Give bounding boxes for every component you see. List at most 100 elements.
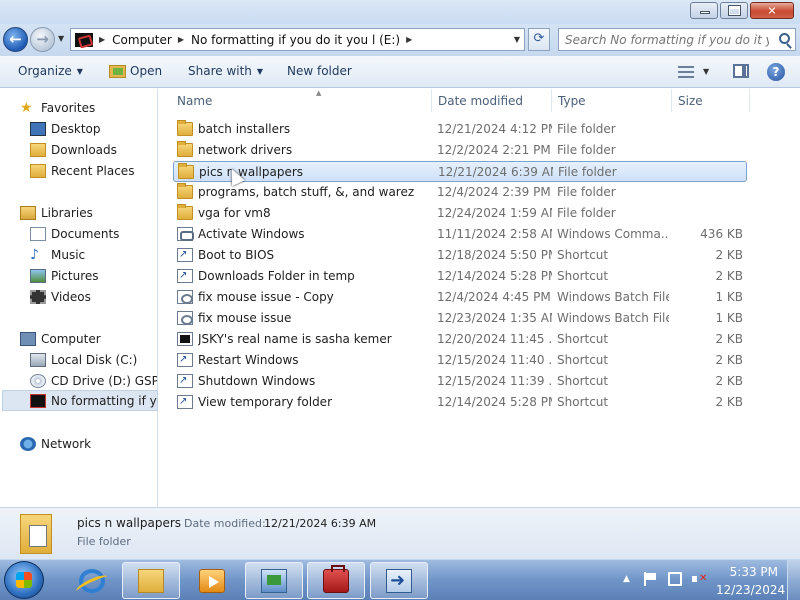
file-date-modified: 12/24/2024 1:59 AM bbox=[437, 206, 552, 220]
taskbar-transfer-app[interactable] bbox=[370, 562, 428, 599]
file-row[interactable]: fix mouse issue 12/23/2024 1:35 AM Windows… bbox=[173, 308, 747, 329]
nav-videos[interactable]: Videos bbox=[30, 286, 150, 307]
column-header-name[interactable]: Name ▲ bbox=[177, 89, 432, 112]
file-row[interactable]: batch installers 12/21/2024 4:12 PM File f… bbox=[173, 119, 747, 140]
close-button[interactable]: ✕ bbox=[750, 2, 794, 19]
view-options-dropdown[interactable]: ▼ bbox=[703, 67, 709, 76]
show-desktop-button[interactable] bbox=[787, 560, 800, 600]
recent-pages-dropdown[interactable]: ▼ bbox=[58, 34, 64, 43]
file-date-modified: 12/15/2024 11:40 ... bbox=[437, 353, 552, 367]
file-list[interactable]: Name ▲ Date modified Type Size batch ins… bbox=[159, 89, 800, 507]
folder-icon bbox=[177, 141, 193, 157]
file-name: programs, batch stuff, &, and warez bbox=[198, 185, 415, 199]
search-box[interactable] bbox=[558, 28, 796, 51]
file-row[interactable]: vga for vm8 12/24/2024 1:59 AM File folder bbox=[173, 203, 747, 224]
file-type: Windows Batch File bbox=[557, 311, 669, 325]
refresh-button[interactable]: ⟳ bbox=[528, 28, 550, 51]
breadcrumb-chevron-icon[interactable]: ▶ bbox=[406, 35, 412, 44]
open-icon bbox=[109, 64, 126, 78]
file-row[interactable]: network drivers 12/2/2024 2:21 PM File fol… bbox=[173, 140, 747, 161]
organize-label: Organize bbox=[18, 64, 72, 78]
nav-usb-drive[interactable]: No formatting if you bbox=[2, 390, 158, 411]
nav-downloads[interactable]: Downloads bbox=[30, 139, 150, 160]
file-row[interactable]: Activate Windows 11/11/2024 2:58 AM Window… bbox=[173, 224, 747, 245]
address-dropdown-icon[interactable]: ▼ bbox=[514, 35, 520, 44]
share-with-button[interactable]: Share with ▼ bbox=[188, 64, 263, 78]
clock-date[interactable]: 12/23/2024 bbox=[716, 583, 785, 597]
file-row[interactable]: View temporary folder 12/14/2024 5:28 PM S… bbox=[173, 392, 747, 413]
breadcrumb-chevron-icon[interactable]: ▶ bbox=[178, 35, 184, 44]
file-row[interactable]: pics n wallpapers 12/21/2024 6:39 AM File … bbox=[173, 161, 747, 182]
file-size: 2 KB bbox=[715, 248, 743, 262]
open-button[interactable]: Open bbox=[109, 64, 162, 78]
shortcut-icon bbox=[177, 395, 193, 409]
nav-pictures[interactable]: Pictures bbox=[30, 265, 150, 286]
column-header-date[interactable]: Date modified bbox=[438, 89, 552, 112]
back-button[interactable]: ← bbox=[3, 27, 28, 52]
address-bar[interactable]: ▶ Computer ▶ No formatting if you do it … bbox=[70, 28, 525, 51]
chevron-down-icon: ▼ bbox=[76, 66, 83, 76]
file-row[interactable]: JSKY's real name is sasha kemer 12/20/202… bbox=[173, 329, 747, 350]
taskbar-internet-explorer[interactable] bbox=[70, 562, 114, 599]
nav-desktop[interactable]: Desktop bbox=[30, 118, 150, 139]
show-hidden-icons-button[interactable]: ▲ bbox=[623, 574, 630, 584]
breadcrumb-chevron-icon[interactable]: ▶ bbox=[99, 35, 105, 44]
action-center-flag-icon[interactable] bbox=[644, 572, 658, 586]
breadcrumb-computer[interactable]: Computer bbox=[112, 33, 172, 47]
clock-time[interactable]: 5:33 PM bbox=[722, 565, 778, 579]
start-button[interactable] bbox=[4, 561, 44, 599]
preview-pane-icon[interactable] bbox=[733, 64, 749, 78]
shortcut-icon bbox=[177, 332, 193, 346]
search-input[interactable] bbox=[559, 29, 769, 50]
taskbar-toolbox-app[interactable] bbox=[307, 562, 365, 599]
nav-recent-places-label: Recent Places bbox=[51, 163, 135, 178]
file-type: Shortcut bbox=[557, 395, 609, 409]
taskbar-control-panel[interactable] bbox=[245, 562, 303, 599]
nav-computer[interactable]: Computer bbox=[20, 328, 140, 349]
nav-network[interactable]: Network bbox=[20, 433, 140, 454]
breadcrumb-drive[interactable]: No formatting if you do it you l (E:) bbox=[191, 33, 400, 47]
nav-recent-places[interactable]: Recent Places bbox=[30, 160, 155, 181]
file-row[interactable]: fix mouse issue - Copy 12/4/2024 4:45 PM W… bbox=[173, 287, 747, 308]
nav-downloads-label: Downloads bbox=[51, 142, 117, 157]
taskbar-media-player[interactable] bbox=[190, 562, 234, 599]
column-header-name-label: Name bbox=[177, 94, 213, 108]
column-header-type-label: Type bbox=[558, 94, 586, 108]
new-folder-button[interactable]: New folder bbox=[287, 64, 352, 78]
file-date-modified: 12/23/2024 1:35 AM bbox=[437, 311, 552, 325]
file-row[interactable]: Downloads Folder in temp 12/14/2024 5:28 … bbox=[173, 266, 747, 287]
navigation-pane[interactable]: ★ Favorites Desktop Downloads Recent Pla… bbox=[0, 89, 158, 507]
file-row[interactable]: programs, batch stuff, &, and warez 12/4/… bbox=[173, 182, 747, 203]
nav-favorites[interactable]: ★ Favorites bbox=[20, 97, 140, 118]
nav-cd-drive[interactable]: CD Drive (D:) GSP1R bbox=[30, 370, 157, 391]
file-row[interactable]: Boot to BIOS 12/18/2024 5:50 PM Shortcut 2 … bbox=[173, 245, 747, 266]
nav-cd-drive-label: CD Drive (D:) GSP1R bbox=[51, 373, 157, 388]
window-title-bar[interactable]: ✕ bbox=[0, 0, 800, 24]
maximize-icon bbox=[729, 6, 740, 15]
taskbar-windows-explorer[interactable] bbox=[122, 562, 180, 599]
forward-arrow-icon: → bbox=[36, 30, 49, 48]
change-view-icon[interactable] bbox=[678, 66, 694, 78]
network-status-icon[interactable] bbox=[668, 572, 682, 586]
volume-muted-icon[interactable] bbox=[692, 572, 707, 586]
file-row[interactable]: Shutdown Windows 12/15/2024 11:39 ... Shor… bbox=[173, 371, 747, 392]
help-icon[interactable]: ? bbox=[767, 63, 785, 81]
file-type: File folder bbox=[557, 185, 616, 199]
file-size: 436 KB bbox=[700, 227, 743, 241]
minimize-button[interactable] bbox=[690, 2, 718, 19]
organize-button[interactable]: Organize ▼ bbox=[18, 64, 83, 78]
documents-icon bbox=[30, 226, 46, 241]
shortcut-icon bbox=[177, 353, 193, 367]
column-header-size[interactable]: Size bbox=[678, 89, 750, 112]
nav-documents[interactable]: Documents bbox=[30, 223, 150, 244]
forward-button[interactable]: → bbox=[30, 27, 55, 52]
nav-music[interactable]: ♪ Music bbox=[30, 244, 150, 265]
search-icon[interactable] bbox=[779, 33, 790, 44]
nav-libraries[interactable]: Libraries bbox=[20, 202, 140, 223]
file-name: View temporary folder bbox=[198, 395, 332, 409]
pictures-icon bbox=[30, 268, 46, 283]
column-header-type[interactable]: Type bbox=[558, 89, 672, 112]
nav-local-disk[interactable]: Local Disk (C:) bbox=[30, 349, 155, 370]
file-row[interactable]: Restart Windows 12/15/2024 11:40 ... Short… bbox=[173, 350, 747, 371]
maximize-button[interactable] bbox=[720, 2, 748, 19]
